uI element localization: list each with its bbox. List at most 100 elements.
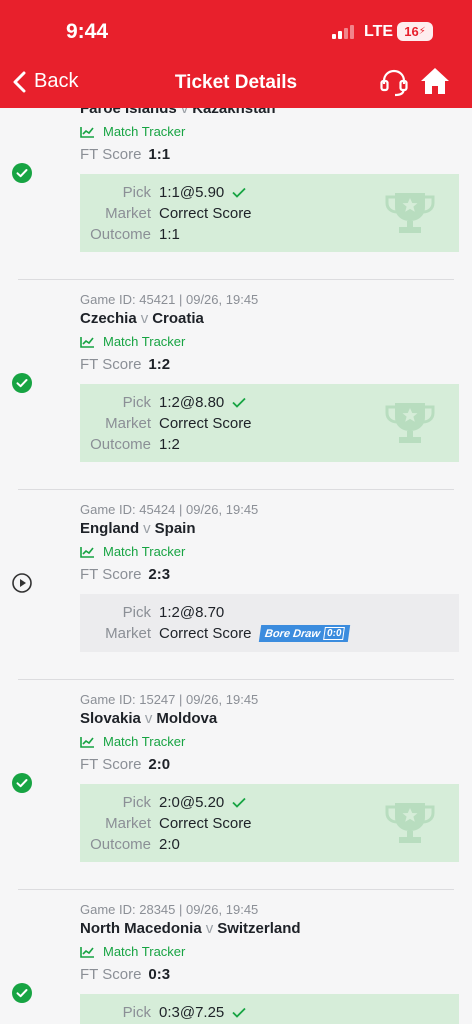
home-team: Czechia [80,310,137,327]
market-value: Correct Score [159,625,252,642]
pick-label: Pick [122,1004,151,1021]
match-tracker-link[interactable]: Match Tracker [80,124,185,139]
market-value: Correct Score [159,415,252,432]
home-button[interactable] [420,66,450,101]
away-team: Croatia [152,310,204,327]
match-teams: England v Spain [80,520,196,537]
bet-details-box: Pick 0:3@7.25 [80,994,459,1024]
check-icon [232,397,246,408]
check-icon [232,187,246,198]
match-tracker-link[interactable]: Match Tracker [80,944,185,959]
match-teams: Slovakia v Moldova [80,710,217,727]
outcome-label: Outcome [90,836,151,853]
ft-score-value: 1:2 [148,356,171,373]
in-play-icon [12,573,32,598]
bet-details-box: Pick 1:2@8.70 Market Correct Score Bore … [80,594,459,652]
promo-score: 0:0 [322,627,345,640]
ft-score: FT Score 2:0 [80,756,170,773]
home-icon [421,68,449,94]
game-meta: Game ID: 28345 | 09/26, 19:45 [80,902,259,917]
away-team: Spain [154,520,196,537]
pick-value: 0:3@7.25 [159,1004,225,1021]
divider [18,279,454,280]
outcome-value: 1:1 [159,226,180,243]
pick-label: Pick [122,794,151,811]
vs-label: v [144,710,153,727]
ft-score: FT Score 2:3 [80,566,170,583]
ft-score-label: FT Score [80,966,142,983]
chart-icon [80,736,94,748]
market-value: Correct Score [159,205,252,222]
match-tracker-link[interactable]: Match Tracker [80,334,185,349]
trophy-icon [385,803,435,843]
bet-details-box: Pick 1:2@8.80 Market Correct Score Outco… [80,384,459,462]
check-icon [232,1007,246,1018]
match-teams: Czechia v Croatia [80,310,204,327]
ft-score: FT Score 0:3 [80,966,170,983]
pick-value: 2:0@5.20 [159,794,225,811]
match-tracker-label: Match Tracker [103,544,186,559]
away-team: Moldova [156,710,218,727]
won-check-icon [12,773,32,798]
match-tracker-link[interactable]: Match Tracker [80,544,185,559]
home-team: North Macedonia [80,920,202,937]
ft-score-value: 2:0 [148,756,171,773]
chart-icon [80,126,94,138]
ft-score: FT Score 1:1 [80,146,170,163]
won-check-icon [12,163,32,188]
game-meta: Game ID: 45424 | 09/26, 19:45 [80,502,259,517]
ft-score-value: 0:3 [148,966,171,983]
divider [18,889,454,890]
game-meta: Game ID: 45421 | 09/26, 19:45 [80,292,259,307]
ft-score: FT Score 1:2 [80,356,170,373]
status-time: 9:44 [66,20,109,43]
check-icon [232,797,246,808]
bet-details-box: Pick 1:1@5.90 Market Correct Score Outco… [80,174,459,252]
divider [18,679,454,680]
market-value: Correct Score [159,815,252,832]
home-team: England [80,520,140,537]
promo-label: Bore Draw [263,627,321,640]
market-label: Market [105,625,151,642]
app-header: 9:44 LTE 16 ⚡ Back Ticket Details [0,0,472,108]
headset-icon [380,69,408,97]
pick-label: Pick [122,394,151,411]
outcome-value: 2:0 [159,836,180,853]
signal-icon [332,25,354,39]
trophy-icon [385,403,435,443]
match-tracker-label: Match Tracker [103,944,186,959]
ft-score-label: FT Score [80,356,142,373]
home-team: Slovakia [80,710,141,727]
vs-label: v [143,520,151,537]
vs-label: v [140,310,149,327]
ft-score-value: 1:1 [148,146,171,163]
outcome-label: Outcome [90,226,151,243]
won-check-icon [12,373,32,398]
ft-score-label: FT Score [80,566,142,583]
chart-icon [80,546,94,558]
pick-value: 1:2@8.80 [159,394,225,411]
battery-icon: 16 ⚡ [397,22,433,41]
match-teams: North Macedonia v Switzerland [80,920,301,937]
match-tracker-label: Match Tracker [103,124,186,139]
away-team: Switzerland [217,920,301,937]
ft-score-label: FT Score [80,146,142,163]
game-meta: Game ID: 15247 | 09/26, 19:45 [80,692,259,707]
won-check-icon [12,983,32,1008]
market-label: Market [105,205,151,222]
divider [18,489,454,490]
battery-level: 16 [404,24,419,39]
chart-icon [80,336,94,348]
pick-label: Pick [122,604,151,621]
match-tracker-link[interactable]: Match Tracker [80,734,185,749]
market-label: Market [105,815,151,832]
pick-value: 1:2@8.70 [159,604,225,621]
bore-draw-badge: Bore Draw 0:0 [258,625,351,642]
match-tracker-label: Match Tracker [103,734,186,749]
vs-label: v [205,920,214,937]
pick-value: 1:1@5.90 [159,184,225,201]
network-type: LTE [364,23,394,40]
chart-icon [80,946,94,958]
support-button[interactable] [379,68,409,103]
outcome-label: Outcome [90,436,151,453]
